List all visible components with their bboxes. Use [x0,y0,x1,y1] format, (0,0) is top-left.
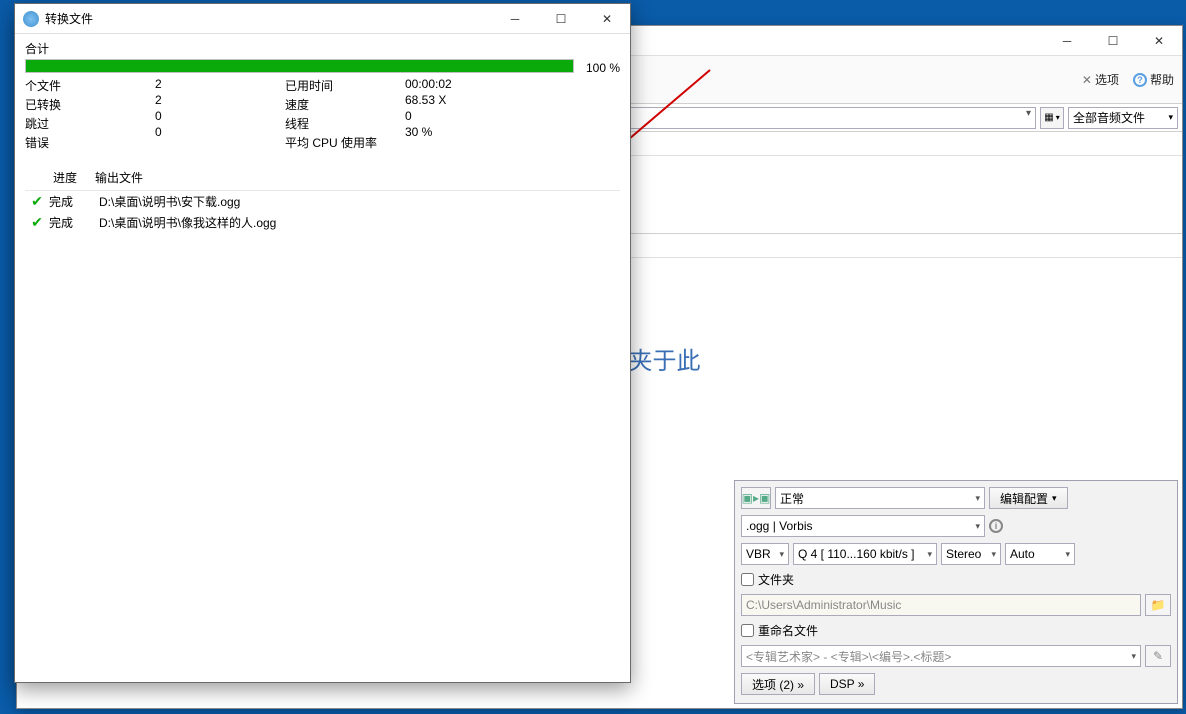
files-value: 2 [155,77,285,91]
options-button[interactable]: 选项 (2) » [741,673,815,695]
settings-panel: ▣▸▣ 正常▾ 编辑配置▾ .ogg | Vorbis▾ i VBR▾ Q 4 … [734,480,1178,704]
skipped-value: 0 [155,109,285,123]
converted-label: 已转换 [25,96,155,113]
stats-grid: 个文件 已转换 跳过 错误 2 2 0 0 已用时间 速度 线程 平均 CPU … [25,77,620,151]
dialog-maximize-button[interactable]: ☐ [538,4,584,34]
rename-checkbox[interactable]: 重命名文件 [741,622,818,639]
wrench-icon: ✕ [1082,73,1092,87]
convert-dialog: 转换文件 ─ ☐ ✕ 合计 100 % 个文件 已转换 跳过 错误 2 2 [14,3,631,683]
file-filter-dropdown[interactable]: 全部音频文件▾ [1068,107,1178,129]
cpu-label: 平均 CPU 使用率 [285,134,405,151]
threads-label: 线程 [285,115,405,132]
rename-pattern-dropdown[interactable]: <专辑艺术家> - <专辑>\<编号>.<标题>▾ [741,645,1141,667]
main-minimize-button[interactable]: ─ [1044,26,1090,56]
help-icon: ? [1133,73,1147,87]
preset-dropdown[interactable]: 正常▾ [775,487,985,509]
browse-folder-button[interactable]: 📁 [1145,594,1171,616]
threads-value: 0 [405,109,505,123]
check-icon: ✔ [25,214,49,231]
file-row[interactable]: ✔ 完成 D:\桌面\说明书\安下载.ogg [25,191,620,212]
options-link[interactable]: ✕ 选项 [1082,71,1119,88]
main-maximize-button[interactable]: ☐ [1090,26,1136,56]
samplerate-dropdown[interactable]: Auto▾ [1005,543,1075,565]
dialog-minimize-button[interactable]: ─ [492,4,538,34]
errors-value: 0 [155,125,285,139]
grid-icon: ▦ [1044,112,1053,123]
progress-bar [25,59,574,73]
folder-icon: 📁 [1151,598,1166,612]
converted-value: 2 [155,93,285,107]
help-link[interactable]: ? 帮助 [1133,71,1174,88]
format-dropdown[interactable]: .ogg | Vorbis▾ [741,515,985,537]
elapsed-value: 00:00:02 [405,77,505,91]
dialog-app-icon [23,11,39,27]
edit-icon: ✎ [1153,649,1163,663]
file-row[interactable]: ✔ 完成 D:\桌面\说明书\像我这样的人.ogg [25,212,620,233]
toolbar-right: ✕ 选项 ? 帮助 [1082,71,1174,88]
files-label: 个文件 [25,77,155,94]
main-close-button[interactable]: ✕ [1136,26,1182,56]
check-icon: ✔ [25,193,49,210]
progress-percent: 100 % [580,61,620,75]
file-status: 完成 [49,193,99,210]
file-list-header: 进度 输出文件 [25,165,620,191]
view-options-button[interactable]: ▦▾ [1040,107,1064,129]
total-label: 合计 [25,40,620,57]
dialog-close-button[interactable]: ✕ [584,4,630,34]
dsp-button[interactable]: DSP » [819,673,875,695]
quality-dropdown[interactable]: Q 4 [ 110...160 kbit/s ]▾ [793,543,937,565]
cpu-value: 30 % [405,125,505,139]
folder-checkbox[interactable]: 文件夹 [741,571,794,588]
preset-icon-button[interactable]: ▣▸▣ [741,487,771,509]
col-progress: 进度 [25,169,95,186]
progress-fill [26,60,573,72]
skipped-label: 跳过 [25,115,155,132]
channels-dropdown[interactable]: Stereo▾ [941,543,1001,565]
preset-icon: ▣▸▣ [742,491,771,505]
bitrate-mode-dropdown[interactable]: VBR▾ [741,543,789,565]
speed-value: 68.53 X [405,93,505,107]
dialog-titlebar: 转换文件 ─ ☐ ✕ [15,4,630,34]
info-icon[interactable]: i [989,519,1003,533]
errors-label: 错误 [25,134,155,151]
speed-label: 速度 [285,96,405,113]
folder-path-input[interactable] [741,594,1141,616]
file-status: 完成 [49,214,99,231]
file-path: D:\桌面\说明书\安下载.ogg [99,193,620,210]
file-path: D:\桌面\说明书\像我这样的人.ogg [99,214,620,231]
elapsed-label: 已用时间 [285,77,405,94]
edit-config-button[interactable]: 编辑配置▾ [989,487,1068,509]
dialog-body: 合计 100 % 个文件 已转换 跳过 错误 2 2 0 0 已用时间 速度 [15,34,630,239]
rename-edit-button[interactable]: ✎ [1145,645,1171,667]
col-output: 输出文件 [95,169,620,186]
dialog-title: 转换文件 [45,10,93,27]
